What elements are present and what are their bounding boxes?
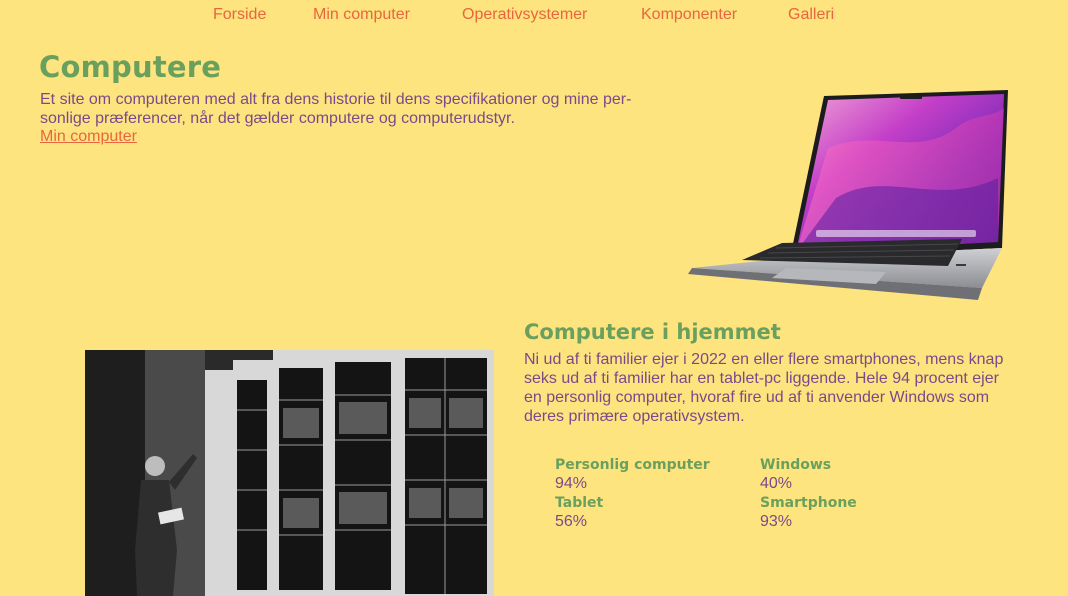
stat-value: 94% [555, 475, 588, 492]
stat-label: Tablet [555, 495, 604, 511]
nav-link-galleri[interactable]: Galleri [788, 6, 834, 24]
stat-label: Smartphone [760, 495, 857, 511]
section-description: Ni ud af ti familier ejer i 2022 en elle… [524, 351, 1004, 425]
page-title: Computere [39, 50, 222, 84]
nav-link-operativsystemer[interactable]: Operativsystemer [462, 6, 587, 24]
main-navigation: Forside Min computer Operativsystemer Ko… [0, 6, 1068, 28]
nav-link-komponenter[interactable]: Komponenter [641, 6, 737, 24]
section-title: Computere i hjemmet [524, 320, 781, 344]
nav-link-min-computer[interactable]: Min computer [313, 6, 410, 24]
stat-tablet: Tablet 56% [555, 494, 755, 532]
stat-windows: Windows 40% [760, 456, 960, 494]
server-room-photo [85, 350, 494, 596]
stat-smartphone: Smartphone 93% [760, 494, 960, 532]
stat-value: 40% [760, 475, 793, 492]
stat-personlig-computer: Personlig computer 94% [555, 456, 755, 494]
min-computer-link[interactable]: Min computer [40, 128, 137, 146]
stat-label: Windows [760, 457, 832, 473]
stat-value: 93% [760, 513, 793, 530]
hero-description: Et site om computeren med alt fra dens h… [40, 91, 632, 127]
laptop-image [688, 90, 1008, 300]
stat-value: 56% [555, 513, 588, 530]
nav-link-forside[interactable]: Forside [213, 6, 266, 24]
stat-label: Personlig computer [555, 457, 710, 473]
